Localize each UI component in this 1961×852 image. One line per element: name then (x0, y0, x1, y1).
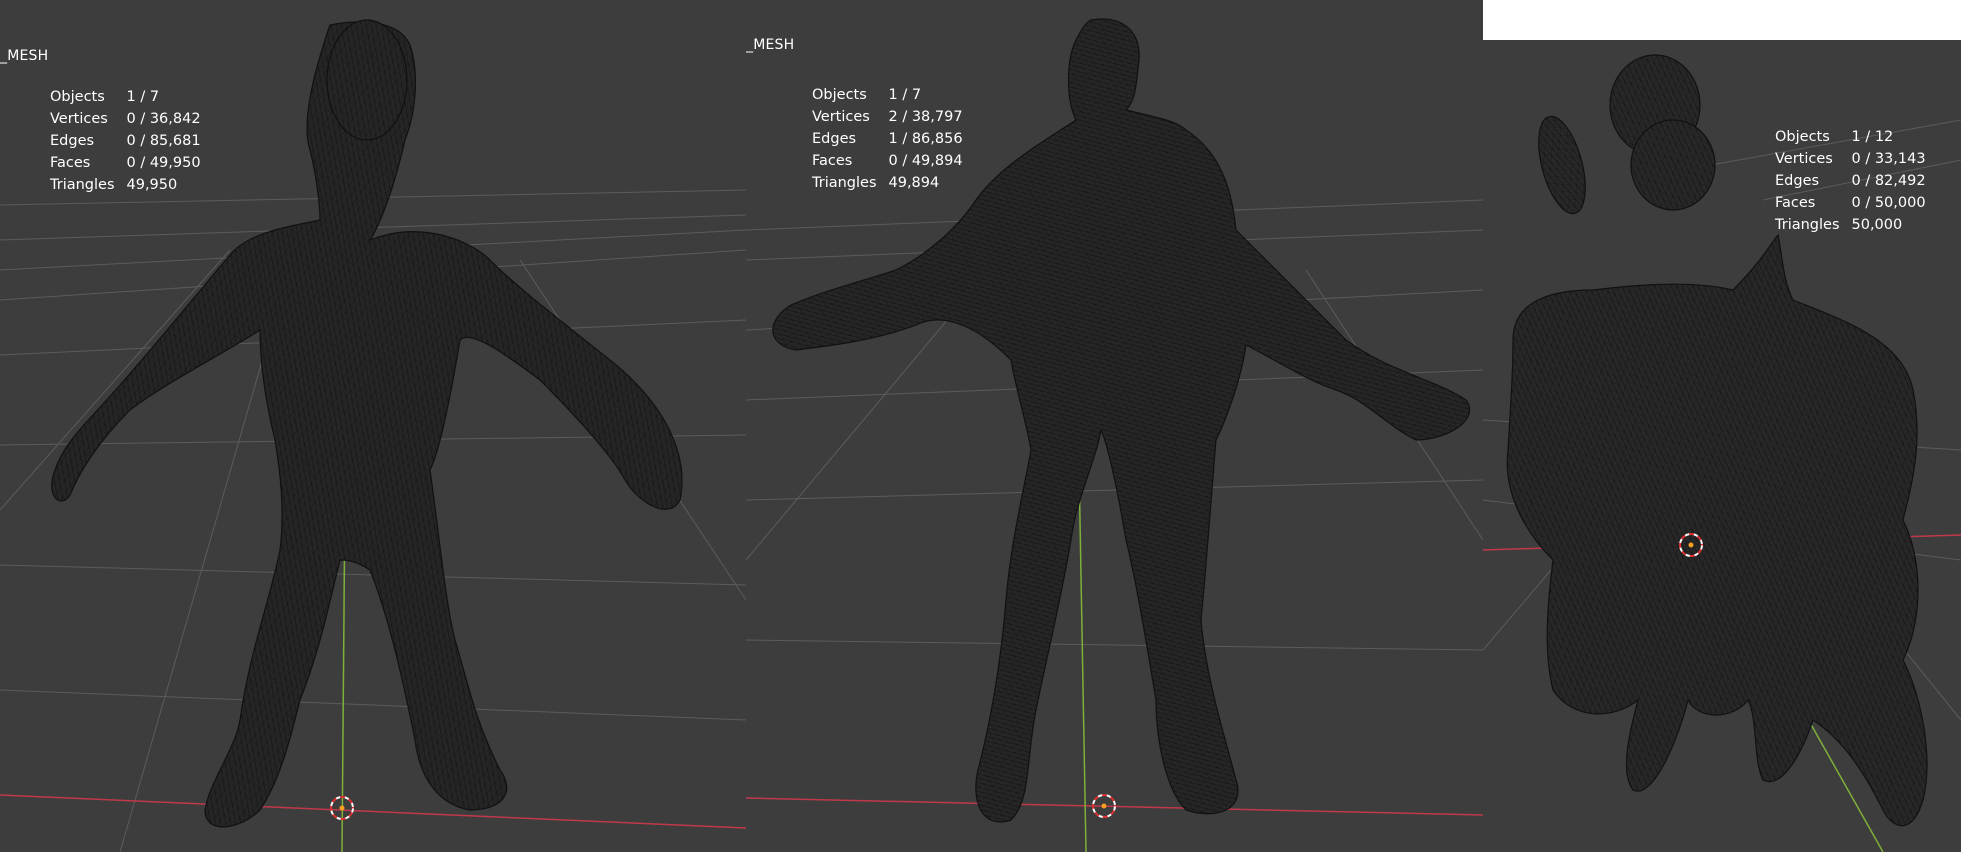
stat-label: Vertices (812, 109, 870, 125)
scene-statistics: Objects 1 / 12 Vertices 0 / 33,143 Edges 0 … (1775, 128, 1926, 238)
stat-row-triangles: Triangles 49,894 (812, 174, 963, 196)
viewport-3[interactable]: Objects 1 / 12 Vertices 0 / 33,143 Edges 0 … (1483, 0, 1961, 852)
stat-row-objects: Objects 1 / 7 (50, 88, 201, 110)
object-name-label: _MESH (746, 37, 795, 53)
stat-row-faces: Faces 0 / 50,000 (1775, 194, 1926, 216)
stat-label: Vertices (1775, 151, 1833, 167)
stat-label: Faces (50, 155, 91, 171)
stat-label: Triangles (50, 177, 115, 193)
scene-statistics: Objects 1 / 7 Vertices 0 / 36,842 Edges 0 /… (50, 88, 201, 198)
stat-value: 0 / 49,950 (126, 155, 201, 171)
stat-value: 0 / 36,842 (126, 111, 201, 127)
stat-value: 0 / 49,894 (888, 153, 963, 169)
blank-header-area (1483, 0, 1961, 40)
stat-value: 0 / 85,681 (126, 133, 201, 149)
scene-statistics: Objects 1 / 7 Vertices 2 / 38,797 Edges 1 /… (812, 86, 963, 196)
stat-row-edges: Edges 1 / 86,856 (812, 130, 963, 152)
stat-row-vertices: Vertices 2 / 38,797 (812, 108, 963, 130)
stat-row-vertices: Vertices 0 / 36,842 (50, 110, 201, 132)
stat-value: 1 / 7 (126, 89, 160, 105)
stat-value: 0 / 50,000 (1851, 195, 1926, 211)
stat-row-triangles: Triangles 49,950 (50, 176, 201, 198)
x-axis-line (0, 794, 746, 829)
stat-value: 0 / 82,492 (1851, 173, 1926, 189)
stat-row-edges: Edges 0 / 82,492 (1775, 172, 1926, 194)
viewport-1[interactable]: _MESH Objects 1 / 7 Vertices 0 / 36,842 Ed… (0, 0, 746, 852)
stat-label: Faces (1775, 195, 1816, 211)
stat-row-objects: Objects 1 / 12 (1775, 128, 1926, 150)
stat-value: 0 / 33,143 (1851, 151, 1926, 167)
stat-value: 50,000 (1851, 217, 1903, 233)
stat-row-triangles: Triangles 50,000 (1775, 216, 1926, 238)
stat-label: Triangles (812, 175, 877, 191)
stat-value: 1 / 86,856 (888, 131, 963, 147)
stat-row-objects: Objects 1 / 7 (812, 86, 963, 108)
stat-row-faces: Faces 0 / 49,950 (50, 154, 201, 176)
object-name-label: _MESH (0, 48, 49, 64)
stat-label: Faces (812, 153, 853, 169)
stat-value: 49,894 (888, 175, 940, 191)
stat-label: Objects (1775, 129, 1830, 145)
stat-label: Edges (1775, 173, 1820, 189)
stat-row-edges: Edges 0 / 85,681 (50, 132, 201, 154)
stat-row-vertices: Vertices 0 / 33,143 (1775, 150, 1926, 172)
stat-label: Objects (812, 87, 867, 103)
viewport-2[interactable]: _MESH Objects 1 / 7 Vertices 2 / 38,797 Ed… (746, 0, 1483, 852)
stat-value: 1 / 7 (888, 87, 922, 103)
stat-label: Objects (50, 89, 105, 105)
stat-label: Triangles (1775, 217, 1840, 233)
stat-label: Edges (50, 133, 95, 149)
stat-value: 49,950 (126, 177, 178, 193)
stat-label: Edges (812, 131, 857, 147)
stat-value: 2 / 38,797 (888, 109, 963, 125)
stat-label: Vertices (50, 111, 108, 127)
stat-row-faces: Faces 0 / 49,894 (812, 152, 963, 174)
stat-value: 1 / 12 (1851, 129, 1894, 145)
